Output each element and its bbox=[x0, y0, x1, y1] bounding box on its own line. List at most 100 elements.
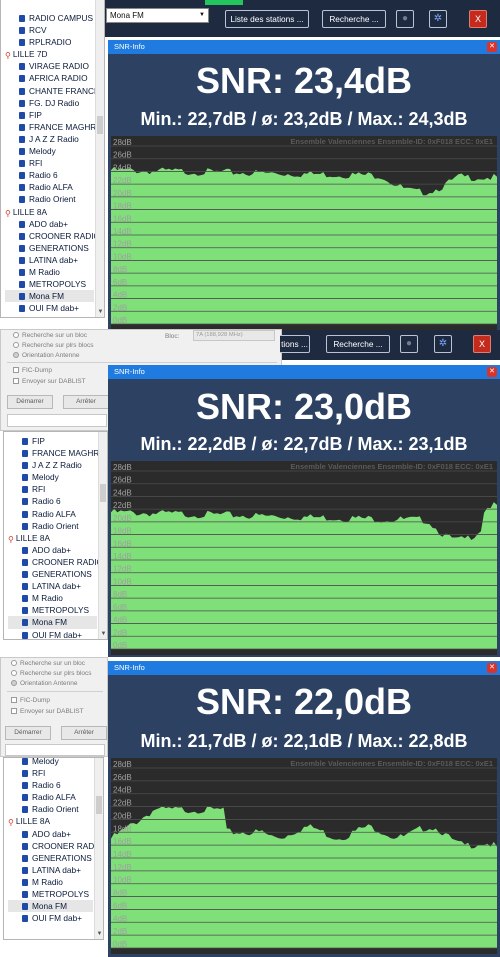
scroll-down-icon[interactable]: ▼ bbox=[99, 630, 107, 639]
station-item[interactable]: Mona FM bbox=[8, 900, 93, 913]
station-icon bbox=[22, 854, 28, 862]
tree-group[interactable]: ⚲ LILLE 8A bbox=[5, 206, 94, 218]
gear-icon[interactable]: ✲ bbox=[434, 335, 452, 353]
station-item[interactable]: RADIO CAMPUS bbox=[5, 12, 94, 24]
station-item[interactable]: FG. DJ Radio bbox=[5, 97, 94, 109]
search-button[interactable]: Recherche ... bbox=[326, 335, 390, 353]
stations-list-button[interactable]: Liste des stations ... bbox=[225, 10, 309, 28]
tree-group[interactable]: ⚲ LILLE 7D bbox=[5, 48, 94, 60]
graph-canvas: 28dB 26dB 24dB 22dB 20dB 18dB 16dB 14dB 12dB 10dB… bbox=[111, 138, 497, 325]
check-dablist[interactable]: Envoyer sur DABLIST bbox=[11, 708, 84, 715]
tree-group[interactable]: ⚲ LILLE 8A bbox=[8, 815, 93, 827]
stop-button[interactable]: Arrêter bbox=[61, 726, 107, 740]
stop-button[interactable]: Arrêter bbox=[63, 395, 109, 409]
scroll-thumb[interactable] bbox=[100, 484, 106, 502]
station-item[interactable]: Mona FM bbox=[8, 616, 97, 629]
close-icon[interactable]: ✕ bbox=[487, 42, 497, 52]
check-fic-dump[interactable]: FIC-Dump bbox=[13, 367, 52, 374]
station-item[interactable]: LATINA dab+ bbox=[8, 864, 93, 876]
shield-icon[interactable]: ● bbox=[400, 335, 418, 353]
station-label: RPLRADIO bbox=[29, 37, 72, 48]
station-item[interactable]: ADO dab+ bbox=[8, 544, 97, 556]
scroll-thumb[interactable] bbox=[96, 796, 102, 814]
station-item[interactable]: CROONER RADIO bbox=[8, 840, 103, 852]
station-item[interactable]: Radio ALFA bbox=[8, 508, 97, 520]
close-icon[interactable]: ✕ bbox=[487, 367, 497, 377]
station-item[interactable]: LATINA dab+ bbox=[8, 580, 97, 592]
station-item[interactable]: Radio Orient bbox=[5, 193, 94, 205]
shield-icon[interactable]: ● bbox=[396, 10, 414, 28]
station-item[interactable]: GENERATIONS bbox=[8, 852, 93, 864]
tree-group[interactable]: ⚲ LILLE 8A bbox=[8, 532, 97, 544]
station-item[interactable]: Radio 6 bbox=[8, 779, 93, 791]
station-item[interactable]: ADO dab+ bbox=[5, 218, 94, 230]
station-item[interactable]: M Radio bbox=[8, 592, 97, 604]
station-item[interactable]: GENERATIONS bbox=[5, 242, 94, 254]
station-item[interactable]: ADO dab+ bbox=[8, 828, 93, 840]
station-item[interactable]: RFI bbox=[5, 157, 94, 169]
station-item[interactable]: FRANCE MAGHREB bbox=[5, 121, 104, 133]
station-item[interactable]: Radio Orient bbox=[8, 520, 97, 532]
check-fic-dump[interactable]: FIC-Dump bbox=[11, 697, 50, 704]
station-item[interactable]: RFI bbox=[8, 483, 97, 495]
radio-single-block[interactable]: Recherche sur un bloc bbox=[13, 332, 87, 339]
radio-antenna[interactable]: Orientation Antenne bbox=[11, 680, 77, 687]
station-item[interactable]: Radio 6 bbox=[5, 169, 94, 181]
y-tick-label: 20dB bbox=[113, 514, 132, 523]
station-item[interactable]: Radio ALFA bbox=[5, 181, 94, 193]
station-item[interactable]: Melody bbox=[8, 471, 97, 483]
station-item[interactable]: Radio 6 bbox=[8, 495, 97, 507]
scroll-thumb[interactable] bbox=[97, 116, 103, 134]
station-item[interactable]: FIP bbox=[8, 435, 97, 447]
station-item[interactable]: M Radio bbox=[5, 266, 94, 278]
station-item[interactable]: FRANCE MAGHREB bbox=[8, 447, 107, 459]
station-item[interactable]: Melody bbox=[8, 758, 93, 767]
station-item[interactable]: AFRICA RADIO bbox=[5, 72, 94, 84]
close-button[interactable]: X bbox=[473, 335, 491, 353]
radio-single-block[interactable]: Recherche sur un bloc bbox=[11, 660, 85, 667]
scrollbar[interactable]: ▼ bbox=[95, 0, 104, 317]
station-item[interactable]: CROONER RADIO bbox=[5, 230, 100, 242]
station-select[interactable]: Mona FM ▼ bbox=[106, 8, 209, 23]
station-item[interactable]: OUI FM dab+ bbox=[8, 912, 93, 924]
scroll-down-icon[interactable]: ▼ bbox=[96, 308, 104, 317]
station-item[interactable]: Melody bbox=[5, 145, 94, 157]
scrollbar[interactable]: ▼ bbox=[98, 432, 107, 639]
search-button[interactable]: Recherche ... bbox=[322, 10, 386, 28]
station-item[interactable]: VIRAGE RADIO bbox=[5, 60, 94, 72]
start-button[interactable]: Démarrer bbox=[7, 395, 53, 409]
radio-multi-block[interactable]: Recherche sur plrs blocs bbox=[13, 342, 94, 349]
station-item[interactable]: LATINA dab+ bbox=[5, 254, 94, 266]
station-item[interactable]: Radio Orient bbox=[8, 803, 93, 815]
station-item[interactable]: RPLRADIO bbox=[5, 36, 94, 48]
station-item[interactable]: CROONER RADIO bbox=[8, 556, 103, 568]
station-item[interactable]: FIP bbox=[5, 109, 94, 121]
close-button[interactable]: X bbox=[469, 10, 487, 28]
start-button[interactable]: Démarrer bbox=[5, 726, 51, 740]
station-item[interactable]: RCV bbox=[5, 24, 94, 36]
close-icon[interactable]: ✕ bbox=[487, 663, 497, 673]
station-item[interactable]: METROPOLYS bbox=[8, 888, 93, 900]
station-item[interactable]: OUI FM dab+ bbox=[8, 629, 97, 639]
scroll-down-icon[interactable]: ▼ bbox=[95, 930, 103, 939]
gear-icon[interactable]: ✲ bbox=[429, 10, 447, 28]
station-item[interactable]: METROPOLYS bbox=[5, 278, 94, 290]
stations-list-button[interactable]: tions ... bbox=[280, 335, 310, 353]
snr-trace bbox=[111, 166, 497, 324]
radio-antenna[interactable]: Orientation Antenne bbox=[13, 352, 79, 359]
station-item[interactable]: M Radio bbox=[8, 876, 93, 888]
radio-multi-block[interactable]: Recherche sur plrs blocs bbox=[11, 670, 92, 677]
station-item[interactable]: RFI bbox=[8, 767, 93, 779]
scrollbar[interactable]: ▼ bbox=[94, 758, 103, 939]
station-item[interactable]: CHANTE FRANCE bbox=[5, 85, 100, 97]
station-item[interactable]: J A Z Z Radio bbox=[5, 133, 94, 145]
station-item[interactable]: J A Z Z Radio bbox=[8, 459, 97, 471]
station-item[interactable]: OUI FM dab+ bbox=[5, 302, 94, 314]
block-select[interactable]: 7A (188,928 MHz) bbox=[193, 330, 275, 341]
station-item[interactable]: METROPOLYS bbox=[8, 604, 97, 616]
station-item[interactable]: Mona FM bbox=[5, 290, 94, 303]
check-dablist[interactable]: Envoyer sur DABLIST bbox=[13, 378, 86, 385]
station-item[interactable]: Radio ALFA bbox=[8, 791, 93, 803]
station-item[interactable]: GENERATIONS bbox=[8, 568, 97, 580]
station-label: RFI bbox=[29, 158, 43, 169]
